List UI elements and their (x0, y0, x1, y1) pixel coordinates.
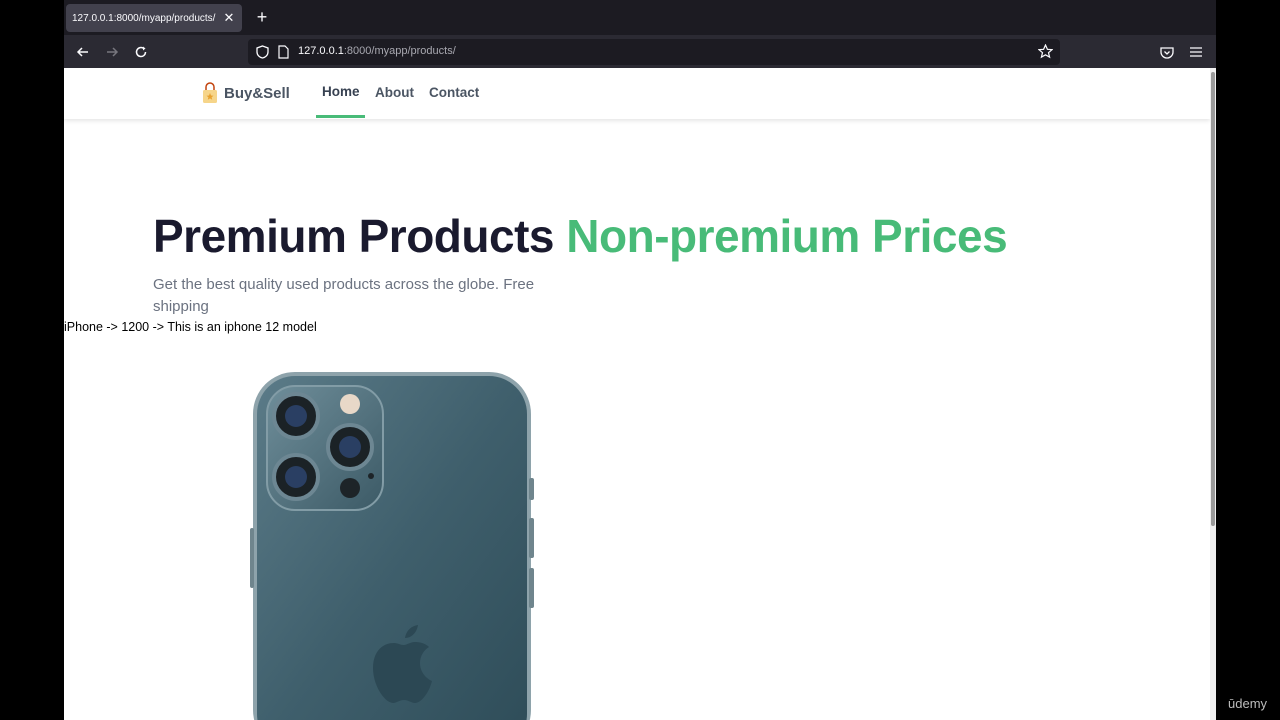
browser-toolbar: 127.0.0.1:8000/myapp/products/ (64, 35, 1216, 68)
reload-icon[interactable] (130, 41, 152, 63)
close-tab-icon[interactable]: ✕ (222, 10, 236, 26)
menu-icon[interactable] (1185, 41, 1207, 63)
tab-title: 127.0.0.1:8000/myapp/products/ (72, 12, 216, 24)
bookmark-star-icon[interactable] (1037, 43, 1054, 64)
hero-subtitle: Get the best quality used products acros… (153, 276, 535, 315)
url-text[interactable]: 127.0.0.1:8000/myapp/products/ (298, 45, 456, 57)
new-tab-icon[interactable]: + (252, 7, 272, 27)
page-icon[interactable] (278, 45, 289, 64)
tab-strip: 127.0.0.1:8000/myapp/products/ ✕ + (64, 0, 1216, 35)
page-scrollbar[interactable] (1210, 68, 1216, 720)
hero-title: Premium Products Non-premium Prices (153, 209, 1008, 263)
active-nav-indicator (316, 115, 365, 118)
back-icon[interactable] (72, 41, 94, 63)
product-text: iPhone -> 1200 -> This is an iphone 12 m… (64, 320, 317, 334)
shopping-bag-icon (203, 82, 217, 103)
url-host: 127.0.0.1 (298, 45, 344, 57)
page-content: Buy&Sell Home About Contact Premium Prod… (64, 68, 1210, 720)
scrollbar-thumb[interactable] (1211, 72, 1215, 526)
url-path: :8000/myapp/products/ (343, 45, 456, 57)
browser-window: 127.0.0.1:8000/myapp/products/ ✕ + 127.0… (64, 0, 1216, 720)
nav-link-home[interactable]: Home (322, 84, 360, 99)
pocket-icon[interactable] (1156, 41, 1178, 63)
nav-link-contact[interactable]: Contact (429, 85, 479, 100)
brand-name: Buy&Sell (224, 84, 290, 102)
site-navbar: Buy&Sell Home About Contact (64, 68, 1210, 119)
brand-logo-link[interactable]: Buy&Sell (202, 82, 290, 104)
url-bar[interactable]: 127.0.0.1:8000/myapp/products/ (248, 39, 1060, 65)
browser-tab[interactable]: 127.0.0.1:8000/myapp/products/ ✕ (66, 4, 242, 32)
forward-icon[interactable] (101, 41, 123, 63)
hero-title-accent: Non-premium Prices (566, 210, 1008, 262)
hero-title-main: Premium Products (153, 210, 555, 262)
udemy-watermark: ūdemy (1228, 696, 1268, 711)
shield-icon[interactable] (256, 45, 269, 64)
nav-link-about[interactable]: About (375, 85, 414, 100)
iphone-product-image (250, 372, 534, 720)
